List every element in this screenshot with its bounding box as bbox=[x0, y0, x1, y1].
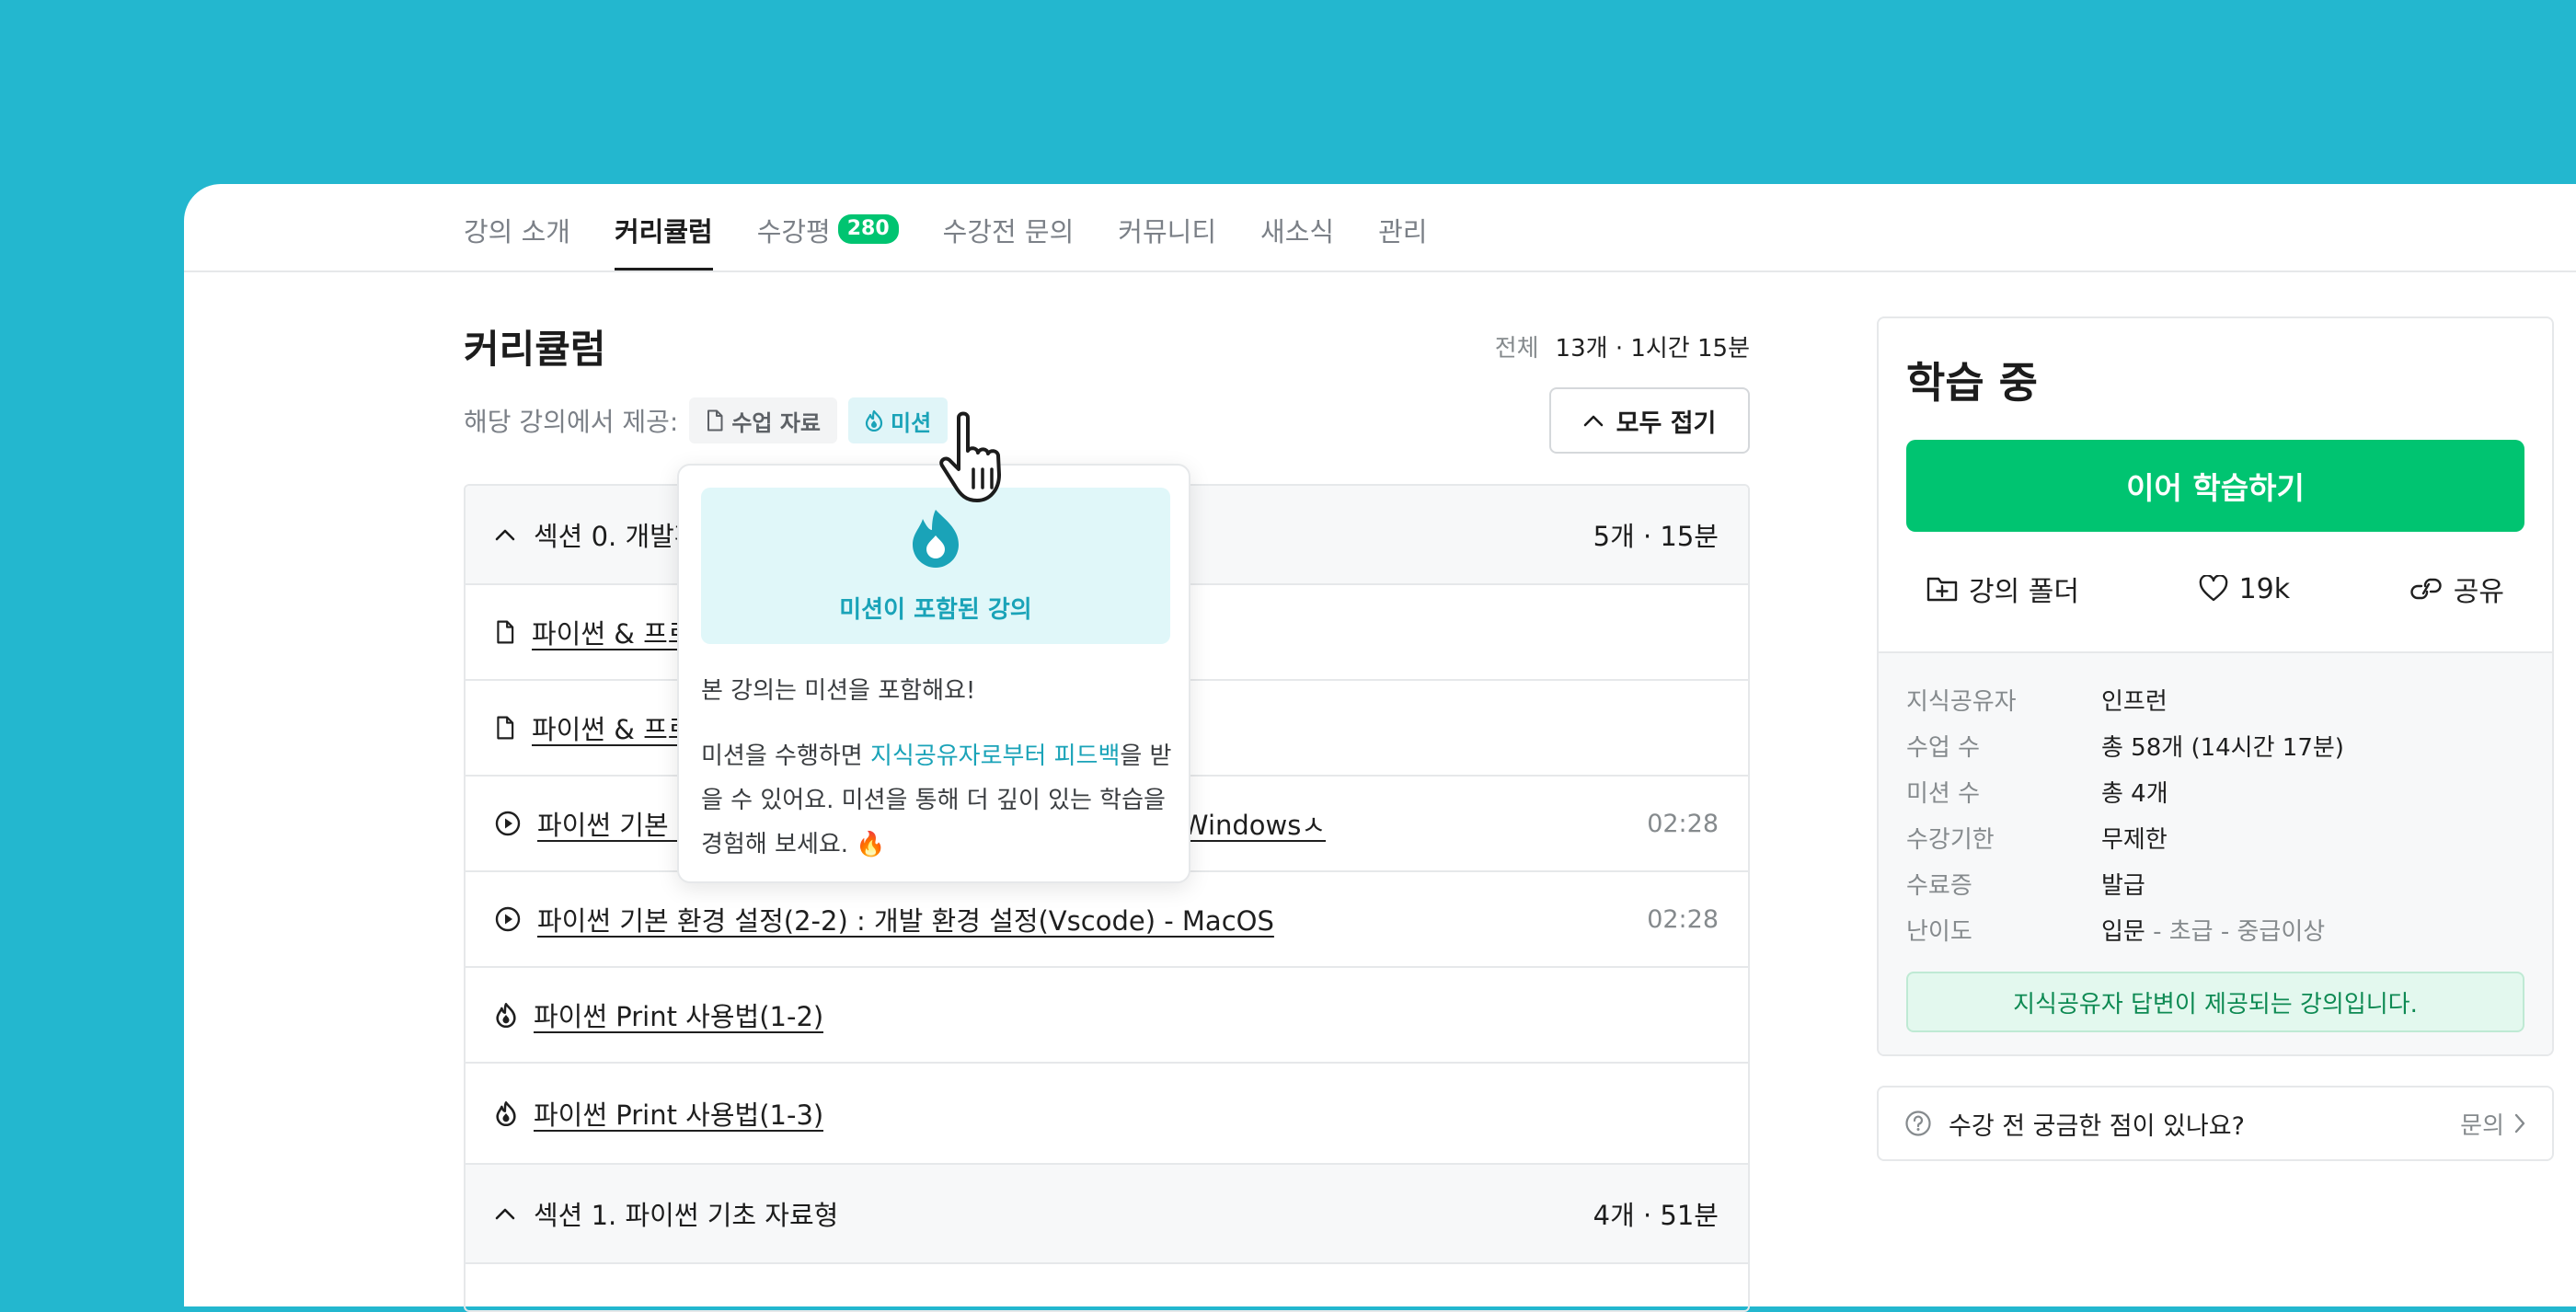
lesson-row[interactable]: 파이썬 Print 사용법(1-2) bbox=[466, 968, 1748, 1064]
chevron-right-icon bbox=[2514, 1113, 2525, 1134]
mission-chip[interactable]: 미션 bbox=[848, 397, 949, 443]
tab-questions[interactable]: 수강전 문의 bbox=[943, 211, 1075, 271]
share-button[interactable]: 공유 bbox=[2389, 569, 2524, 609]
tab-intro[interactable]: 강의 소개 bbox=[464, 211, 570, 271]
popover-description: 미션을 수행하면 지식공유자로부터 피드백을 받을 수 있어요. 미션을 통해 … bbox=[701, 742, 1172, 858]
review-count-badge: 280 bbox=[837, 214, 899, 244]
lesson-duration: 02:28 bbox=[1647, 904, 1719, 934]
tab-bar: 강의 소개 커리큘럼 수강평 280 수강전 문의 커뮤니티 새소식 관리 bbox=[464, 211, 1427, 271]
tab-reviews[interactable]: 수강평 280 bbox=[757, 211, 899, 271]
total-value: 13개 · 1시간 15분 bbox=[1555, 335, 1750, 363]
tab-curriculum[interactable]: 커리큘럼 bbox=[614, 211, 713, 271]
materials-chip[interactable]: 수업 자료 bbox=[689, 397, 838, 443]
like-button[interactable]: 19k bbox=[2179, 569, 2311, 609]
provided-features: 해당 강의에서 제공: 수업 자료 미션 bbox=[464, 397, 949, 443]
inquiry-link[interactable]: 문의 bbox=[2460, 1107, 2526, 1141]
panel-actions: 강의 폴더 19k 공유 bbox=[1906, 569, 2524, 609]
folder-button[interactable]: 강의 폴더 bbox=[1906, 569, 2099, 609]
info-row-period: 수강기한 무제한 bbox=[1906, 826, 2168, 854]
curriculum-total: 전체 13개 · 1시간 15분 bbox=[1495, 329, 1750, 363]
play-icon bbox=[495, 811, 521, 836]
file-icon bbox=[497, 620, 514, 644]
collapse-all-button[interactable]: 모두 접기 bbox=[1549, 387, 1750, 454]
question-text: 수강 전 궁금한 점이 있나요? bbox=[1949, 1111, 2245, 1141]
section-meta: 4개 · 51분 bbox=[1593, 1200, 1719, 1231]
lesson-title[interactable]: 파이썬 Print 사용법(1-2) bbox=[534, 996, 823, 1034]
feedback-highlight: 지식공유자로부터 피드백 bbox=[869, 742, 1121, 770]
mission-flame-icon bbox=[865, 409, 883, 432]
play-icon bbox=[495, 906, 521, 932]
info-row-instructor: 지식공유자 인프런 bbox=[1906, 688, 2168, 716]
tab-manage[interactable]: 관리 bbox=[1378, 211, 1427, 271]
pre-enroll-question-box[interactable]: 수강 전 궁금한 점이 있나요? 문의 bbox=[1877, 1086, 2554, 1161]
popover-hero: 미션이 포함된 강의 bbox=[701, 488, 1170, 644]
section-header[interactable]: 섹션 1. 파이썬 기초 자료형 4개 · 51분 bbox=[466, 1165, 1748, 1264]
mission-popover: 미션이 포함된 강의 본 강의는 미션을 포함해요! 미션을 수행하면 지식공유… bbox=[677, 464, 1190, 883]
continue-learning-button[interactable]: 이어 학습하기 bbox=[1906, 440, 2524, 532]
info-row-certificate: 수료증 발급 bbox=[1906, 872, 2145, 900]
info-row-level: 난이도 입문 - 초급 - 중급이상 bbox=[1906, 918, 2326, 946]
tab-community[interactable]: 커뮤니티 bbox=[1118, 211, 1216, 271]
link-icon bbox=[2410, 578, 2442, 600]
help-circle-icon bbox=[1905, 1111, 1931, 1136]
info-row-lessons: 수업 수총 58개 (14시간 17분) bbox=[1906, 734, 2344, 762]
chevron-up-icon bbox=[1583, 415, 1603, 427]
mission-flame-icon bbox=[913, 510, 959, 568]
curriculum-title: 커리큘럼 bbox=[464, 327, 606, 372]
tab-news[interactable]: 새소식 bbox=[1260, 211, 1334, 271]
lesson-row[interactable]: 파이썬 기본 환경 설정(2-2) : 개발 환경 설정(Vscode) - M… bbox=[466, 872, 1748, 968]
popover-hero-label: 미션이 포함된 강의 bbox=[839, 596, 1032, 624]
chevron-up-icon bbox=[495, 1208, 515, 1220]
file-icon bbox=[497, 716, 514, 740]
enrollment-panel: 학습 중 이어 학습하기 강의 폴더 19k 공유 지식공유자 인프런 수업 수총… bbox=[1877, 316, 2554, 1056]
mission-flame-icon bbox=[496, 1003, 516, 1028]
chevron-up-icon bbox=[495, 529, 515, 541]
mission-flame-icon bbox=[496, 1101, 516, 1126]
panel-title: 학습 중 bbox=[1906, 358, 2038, 408]
tab-divider bbox=[184, 270, 2576, 272]
heart-icon bbox=[2199, 575, 2227, 602]
lesson-title[interactable]: 파이썬 Print 사용법(1-3) bbox=[534, 1094, 823, 1133]
section-title: 섹션 1. 파이썬 기초 자료형 bbox=[534, 1200, 839, 1231]
section-meta: 5개 · 15분 bbox=[1593, 521, 1719, 552]
file-icon bbox=[707, 409, 723, 432]
course-info: 지식공유자 인프런 수업 수총 58개 (14시간 17분) 미션 수총 4개 수… bbox=[1879, 651, 2552, 1054]
lesson-duration: 02:28 bbox=[1647, 809, 1719, 838]
provide-label: 해당 강의에서 제공: bbox=[464, 407, 679, 437]
hand-cursor-icon bbox=[939, 411, 1001, 502]
lesson-row[interactable]: 파이썬 Print 사용법(1-3) bbox=[466, 1064, 1748, 1165]
lesson-title[interactable]: 파이썬 기본 환경 설정(2-2) : 개발 환경 설정(Vscode) - M… bbox=[537, 900, 1274, 938]
folder-plus-icon bbox=[1926, 577, 1958, 602]
info-row-missions: 미션 수총 4개 bbox=[1906, 780, 2168, 808]
popover-intro-text: 본 강의는 미션을 포함해요! bbox=[701, 677, 976, 705]
total-label: 전체 bbox=[1494, 335, 1539, 363]
instructor-answer-notice: 지식공유자 답변이 제공되는 강의입니다. bbox=[1906, 972, 2524, 1032]
